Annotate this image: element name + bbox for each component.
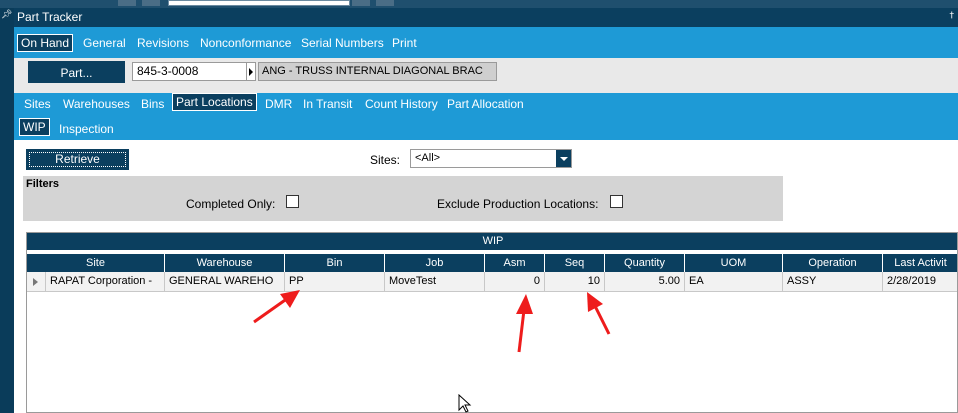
- mouse-cursor-icon: [458, 394, 472, 413]
- exclude-production-checkbox[interactable]: [610, 195, 623, 208]
- tab-revisions[interactable]: Revisions: [137, 36, 189, 50]
- cell-asm[interactable]: 0: [485, 272, 545, 292]
- column-header-bin[interactable]: Bin: [285, 254, 385, 272]
- sub-tab-bar: Sites Warehouses Bins Part Locations DMR…: [14, 93, 958, 116]
- grid-caption: WIP: [27, 233, 957, 250]
- pin-icon[interactable]: †: [950, 11, 955, 21]
- top-toolbar: [0, 0, 958, 8]
- cell-quantity[interactable]: 5.00: [605, 272, 685, 292]
- tab-dmr[interactable]: DMR: [265, 97, 292, 111]
- pin-icon[interactable]: 📌︎: [1, 10, 12, 20]
- left-dock-strip: 📌︎: [0, 8, 14, 413]
- part-number-input[interactable]: 845-3-0008: [132, 62, 247, 81]
- main-tab-bar: On Hand General Revisions Nonconformance…: [14, 27, 958, 58]
- completed-only-checkbox[interactable]: [286, 195, 299, 208]
- toolbar-button[interactable]: [118, 0, 136, 6]
- column-header-job[interactable]: Job: [385, 254, 485, 272]
- tab-on-hand[interactable]: On Hand: [17, 34, 74, 52]
- row-selector-icon[interactable]: [27, 272, 46, 292]
- tab-warehouses[interactable]: Warehouses: [63, 97, 130, 111]
- column-header-site[interactable]: Site: [27, 254, 165, 272]
- tab-bins[interactable]: Bins: [141, 97, 164, 111]
- filters-group: Filters Completed Only: Exclude Producti…: [23, 176, 783, 221]
- cell-site[interactable]: RAPAT Corporation -: [46, 272, 165, 292]
- cell-job[interactable]: MoveTest: [385, 272, 485, 292]
- column-header-seq[interactable]: Seq: [545, 254, 605, 272]
- chevron-down-icon[interactable]: [556, 150, 571, 167]
- tab-wip[interactable]: WIP: [19, 118, 50, 136]
- cell-last-activity[interactable]: 2/28/2019: [883, 272, 957, 292]
- cell-seq[interactable]: 10: [545, 272, 605, 292]
- part-tracker-panel: Part Tracker † On Hand General Revisions…: [14, 8, 958, 413]
- retrieve-button[interactable]: Retrieve: [26, 149, 129, 170]
- exclude-production-label: Exclude Production Locations:: [437, 197, 599, 211]
- toolbar-button[interactable]: [142, 0, 160, 6]
- tab-part-allocation[interactable]: Part Allocation: [447, 97, 524, 111]
- tab-in-transit[interactable]: In Transit: [303, 97, 352, 111]
- annotation-arrow-icon: [253, 290, 300, 324]
- toolbar-search-input[interactable]: [168, 0, 350, 6]
- column-header-asm[interactable]: Asm: [485, 254, 545, 272]
- tab-serial-numbers[interactable]: Serial Numbers: [301, 36, 384, 50]
- part-lookup-arrow-icon[interactable]: [247, 62, 256, 81]
- column-header-quantity[interactable]: Quantity: [605, 254, 685, 272]
- column-header-uom[interactable]: UOM: [685, 254, 783, 272]
- tab-sites[interactable]: Sites: [24, 97, 51, 111]
- panel-titlebar: Part Tracker †: [14, 8, 958, 27]
- toolbar-button[interactable]: [352, 0, 370, 6]
- sites-select-value: <All>: [415, 152, 441, 164]
- tab-inspection[interactable]: Inspection: [59, 122, 114, 136]
- cell-operation[interactable]: ASSY: [783, 272, 883, 292]
- tab-part-locations[interactable]: Part Locations: [172, 93, 257, 111]
- tab-nonconformance[interactable]: Nonconformance: [200, 36, 291, 50]
- panel-title: Part Tracker: [17, 10, 83, 24]
- cell-uom[interactable]: EA: [685, 272, 783, 292]
- column-header-operation[interactable]: Operation: [783, 254, 883, 272]
- sites-select[interactable]: <All>: [410, 149, 572, 168]
- table-row[interactable]: RAPAT Corporation - GENERAL WAREHO PP Mo…: [27, 272, 957, 292]
- annotation-arrow-icon: [516, 294, 533, 353]
- part-description-field: ANG - TRUSS INTERNAL DIAGONAL BRAC: [258, 62, 497, 81]
- toolbar-button[interactable]: [376, 0, 394, 6]
- inner-tab-bar: WIP Inspection: [14, 116, 958, 140]
- column-header-warehouse[interactable]: Warehouse: [165, 254, 285, 272]
- column-header-last-activity[interactable]: Last Activit: [883, 254, 957, 272]
- completed-only-label: Completed Only:: [186, 197, 276, 211]
- annotation-arrow-icon: [587, 292, 611, 335]
- wip-grid: WIP Site Warehouse Bin Job Asm Seq Quant…: [26, 232, 958, 413]
- filters-title: Filters: [26, 178, 60, 190]
- tab-count-history[interactable]: Count History: [365, 97, 438, 111]
- tab-print[interactable]: Print: [392, 36, 417, 50]
- part-button[interactable]: Part...: [28, 61, 125, 83]
- tab-general[interactable]: General: [83, 36, 126, 50]
- sites-label: Sites:: [370, 153, 401, 167]
